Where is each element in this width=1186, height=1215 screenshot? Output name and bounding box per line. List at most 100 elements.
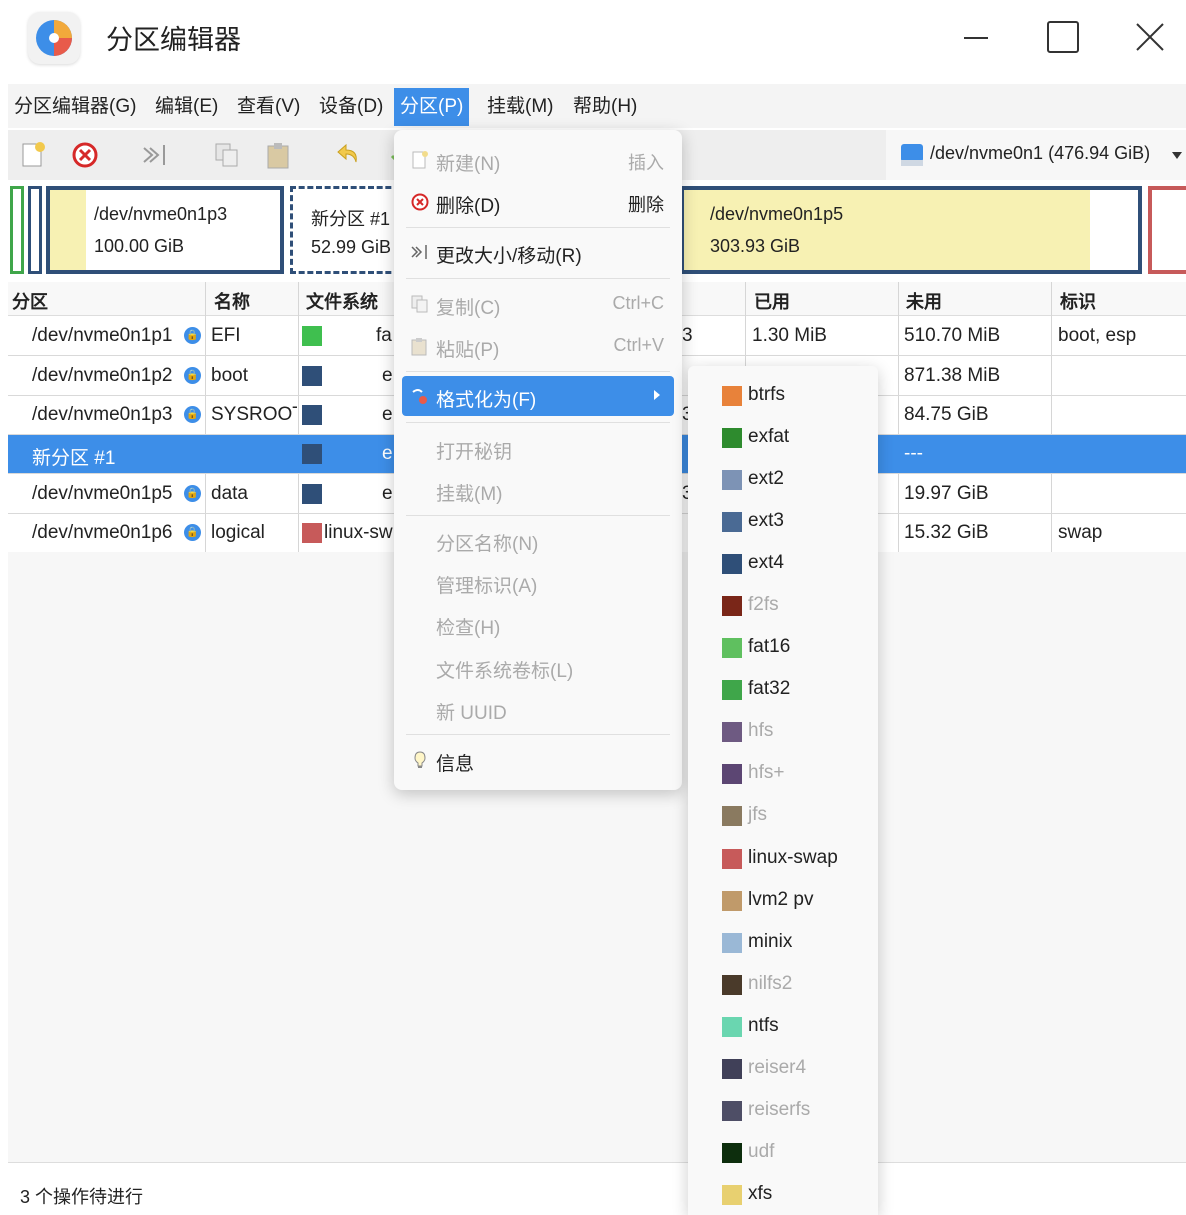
cell-partition: /dev/nvme0n1p5: [32, 483, 173, 504]
cell-flags: swap: [1058, 522, 1103, 543]
col-used[interactable]: 已用: [754, 288, 790, 314]
partition-block-p1[interactable]: [10, 186, 24, 274]
col-partition[interactable]: 分区: [12, 288, 48, 314]
format-option-xfs[interactable]: xfs: [722, 1175, 872, 1215]
format-option-hfs[interactable]: hfs: [722, 712, 872, 752]
partition-name: 新分区 #1: [311, 209, 391, 229]
menu-view[interactable]: 查看(V): [231, 88, 306, 126]
partition-block-p5[interactable]: /dev/nvme0n1p5 303.93 GiB: [680, 186, 1142, 274]
info-icon: [410, 750, 430, 770]
format-submenu: btrfs exfat ext2 ext3 ext4 f2fs fat16 fa…: [688, 366, 878, 1215]
format-option-minix[interactable]: minix: [722, 923, 872, 963]
cell-fs: fa: [376, 325, 392, 346]
lock-icon: 🔒: [184, 524, 201, 541]
col-unused[interactable]: 未用: [906, 288, 942, 314]
fs-color-swatch: [302, 326, 322, 346]
format-option-reiserfs[interactable]: reiserfs: [722, 1091, 872, 1131]
menu-item-check[interactable]: 检查(H): [402, 604, 674, 644]
menu-item-format[interactable]: 格式化为(F): [402, 376, 674, 416]
fs-color-swatch: [302, 366, 322, 386]
format-option-ext4[interactable]: ext4: [722, 544, 872, 584]
format-option-btrfs[interactable]: btrfs: [722, 376, 872, 416]
pending-operations[interactable]: 3 个操作待进行: [20, 1183, 143, 1209]
menu-item-new-uuid[interactable]: 新 UUID: [402, 689, 674, 729]
format-option-ext3[interactable]: ext3: [722, 502, 872, 542]
format-option-exfat[interactable]: exfat: [722, 418, 872, 458]
format-option-ext2[interactable]: ext2: [722, 460, 872, 500]
maximize-button[interactable]: [1043, 18, 1083, 58]
menu-item-mount[interactable]: 挂载(M): [402, 470, 674, 510]
format-icon: [410, 386, 430, 406]
menu-item-open-key[interactable]: 打开秘钥: [402, 428, 674, 468]
cell-size: 3: [682, 325, 693, 346]
partition-name: /dev/nvme0n1p5: [710, 204, 844, 224]
menu-partition[interactable]: 分区(P): [394, 88, 470, 126]
menu-item-delete[interactable]: 删除(D) 删除: [402, 182, 674, 222]
paste-icon[interactable]: [264, 140, 294, 170]
format-option-udf[interactable]: udf: [722, 1133, 872, 1173]
partition-block-p2[interactable]: [28, 186, 42, 274]
drive-icon: [900, 142, 924, 168]
col-name[interactable]: 名称: [214, 288, 250, 314]
col-filesystem[interactable]: 文件系统: [306, 288, 378, 314]
title-bar: 分区编辑器: [0, 0, 1186, 78]
menu-item-manage-flags[interactable]: 管理标识(A): [402, 562, 674, 602]
cell-unused: 19.97 GiB: [904, 483, 989, 504]
lock-icon: 🔒: [184, 406, 201, 423]
cell-partition: 新分区 #1: [32, 448, 116, 469]
partition-size: 303.93 GiB: [710, 236, 801, 256]
cell-unused: 84.75 GiB: [904, 404, 989, 425]
partition-size: 52.99 GiB: [311, 237, 392, 257]
paste-icon: [410, 336, 430, 356]
resize-move-icon[interactable]: [140, 140, 170, 170]
device-selector[interactable]: /dev/nvme0n1 (476.94 GiB): [886, 130, 1186, 180]
cell-unused: 871.38 MiB: [904, 365, 1001, 386]
chevron-down-icon: [1172, 152, 1182, 159]
menu-help[interactable]: 帮助(H): [567, 88, 643, 126]
undo-icon[interactable]: [334, 140, 364, 170]
partition-name: /dev/nvme0n1p3: [94, 204, 228, 224]
cell-partition: /dev/nvme0n1p2: [32, 365, 173, 386]
format-option-hfsplus[interactable]: hfs+: [722, 754, 872, 794]
format-option-fat32[interactable]: fat32: [722, 670, 872, 710]
cell-name: logical: [211, 522, 265, 543]
partition-block-new[interactable]: 新分区 #1 52.99 GiB: [290, 186, 400, 274]
format-option-reiser4[interactable]: reiser4: [722, 1049, 872, 1089]
menu-device[interactable]: 设备(D): [313, 88, 389, 126]
menu-item-copy[interactable]: 复制(C) Ctrl+C: [402, 284, 674, 324]
partition-block-p3[interactable]: /dev/nvme0n1p3 100.00 GiB: [46, 186, 284, 274]
col-flags[interactable]: 标识: [1060, 288, 1096, 314]
format-option-ntfs[interactable]: ntfs: [722, 1007, 872, 1047]
menu-mount[interactable]: 挂载(M): [481, 88, 559, 126]
copy-icon[interactable]: [212, 140, 242, 170]
new-icon: [410, 150, 430, 170]
cell-unused: 15.32 GiB: [904, 522, 989, 543]
chevron-right-icon: [654, 390, 660, 400]
minimize-button[interactable]: [956, 18, 996, 58]
delete-icon[interactable]: [70, 140, 100, 170]
format-option-f2fs[interactable]: f2fs: [722, 586, 872, 626]
menu-gparted[interactable]: 分区编辑器(G): [8, 88, 142, 126]
cell-partition: /dev/nvme0n1p6: [32, 522, 173, 543]
format-option-linux-swap[interactable]: linux-swap: [722, 839, 872, 879]
cell-unused: ---: [904, 443, 923, 464]
format-option-lvm2-pv[interactable]: lvm2 pv: [722, 881, 872, 921]
format-option-jfs[interactable]: jfs: [722, 796, 872, 836]
menu-item-fs-label[interactable]: 文件系统卷标(L): [402, 647, 674, 687]
status-bar: 3 个操作待进行: [8, 1162, 1186, 1215]
menu-item-paste[interactable]: 粘贴(P) Ctrl+V: [402, 326, 674, 366]
format-option-nilfs2[interactable]: nilfs2: [722, 965, 872, 1005]
menu-item-new[interactable]: 新建(N) 插入: [402, 140, 674, 180]
format-option-fat16[interactable]: fat16: [722, 628, 872, 668]
lock-icon: 🔒: [184, 485, 201, 502]
app-logo-icon: [28, 12, 80, 64]
partition-block-p6[interactable]: [1148, 186, 1186, 274]
menu-edit[interactable]: 编辑(E): [149, 88, 224, 126]
close-button[interactable]: [1130, 18, 1170, 58]
new-partition-icon[interactable]: [18, 140, 48, 170]
menu-item-info[interactable]: 信息: [402, 740, 674, 780]
partition-menu: 新建(N) 插入 删除(D) 删除 更改大小/移动(R) 复制(C) Ctrl+C 粘…: [394, 130, 682, 790]
menu-item-resize[interactable]: 更改大小/移动(R): [402, 232, 674, 272]
menu-item-partition-name[interactable]: 分区名称(N): [402, 520, 674, 560]
cell-partition: /dev/nvme0n1p3: [32, 404, 173, 425]
